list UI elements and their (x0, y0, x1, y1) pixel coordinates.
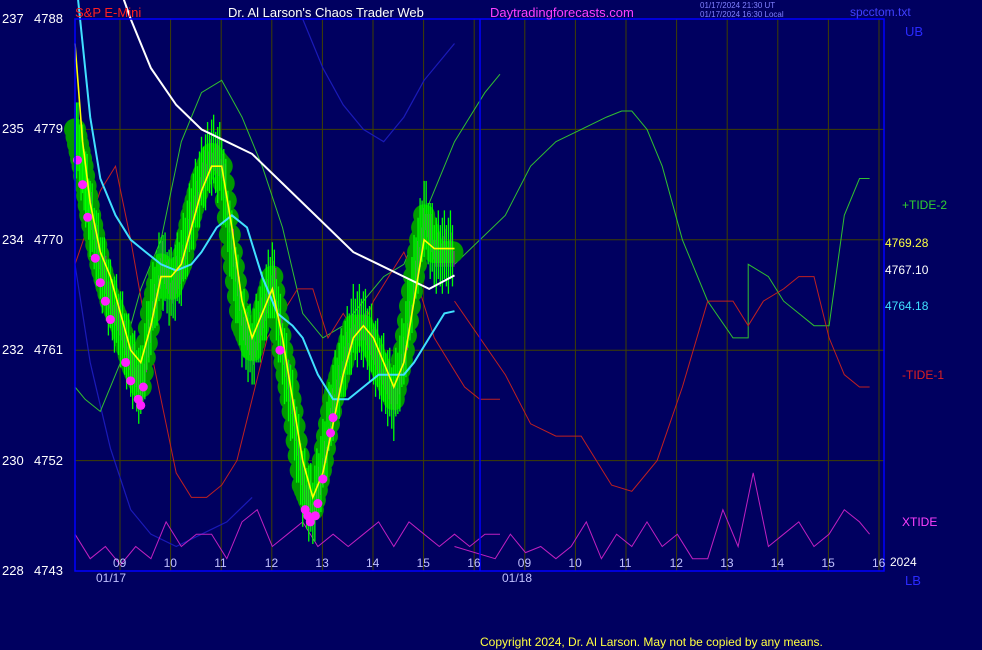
axis-left-label: 234 (2, 231, 24, 247)
filename-label: spcctom.txt (850, 5, 911, 19)
axis-left-label: 230 (2, 452, 24, 468)
site-link[interactable]: Daytradingforecasts.com (490, 5, 634, 20)
forecast-xtide (454, 472, 870, 560)
tide-plus-label: +TIDE-2 (902, 198, 948, 212)
x-tick-label: 12 (669, 556, 683, 570)
pivot-dot (105, 315, 115, 325)
axis-price-label: 4779 (34, 121, 63, 137)
pivot-dot (313, 499, 323, 509)
pivot-dot (318, 474, 328, 484)
pivot-dot (328, 413, 338, 423)
forecast-+tide-2 (454, 110, 870, 339)
x-tick-label: 15 (821, 556, 835, 570)
instrument-label: S&P E-Mini (75, 5, 142, 20)
x-tick-label: 09 (113, 556, 127, 570)
pivot-dot (138, 382, 148, 392)
axis-price-label: 4761 (34, 342, 63, 358)
pivot-dot (326, 428, 336, 438)
axis-price-label: 4752 (34, 452, 63, 468)
timestamp-local: 01/17/2024 16:30 Local (700, 10, 784, 19)
axis-left-label: 228 (2, 563, 24, 578)
pivot-dot (100, 296, 110, 306)
year-label: 2024 (890, 555, 917, 569)
x-tick-label: 10 (568, 556, 582, 570)
axis-price-label: 4743 (34, 563, 63, 578)
pivot-dot (121, 357, 131, 367)
pivot-dot (95, 278, 105, 288)
brand-title: Dr. Al Larson's Chaos Trader Web (228, 5, 424, 20)
x-tick-label: 14 (770, 556, 785, 570)
x-tick-label: 10 (163, 556, 177, 570)
pivot-dot (275, 345, 285, 355)
pivot-dot (126, 376, 136, 386)
price-cyan-label: 4764.18 (885, 299, 929, 313)
x-tick-label: 13 (315, 556, 329, 570)
x-tick-label: 13 (720, 556, 734, 570)
axis-price-label: 4788 (34, 11, 63, 26)
axis-left-label: 232 (2, 342, 24, 358)
pivot-dot (83, 212, 93, 222)
x-tick-label: 14 (366, 556, 380, 570)
forecast--tide-1 (454, 276, 870, 492)
axis-left-label: 235 (2, 121, 24, 137)
pivot-dot (136, 400, 146, 410)
x-tick-label: 12 (264, 556, 279, 570)
pivot-dot (90, 253, 100, 263)
pivot-dot (310, 511, 320, 521)
xtide-label: XTIDE (902, 515, 938, 529)
x-tick-label: 11 (619, 556, 632, 570)
chaos-chart (64, 0, 885, 572)
date-label-0117: 01/17 (96, 571, 127, 585)
price-white-label: 4767.10 (885, 263, 929, 277)
pivot-dot (78, 180, 88, 190)
x-tick-label: 16 (467, 556, 481, 570)
lb-label: LB (905, 573, 921, 588)
price-yellow-label: 4769.28 (885, 236, 929, 250)
tide-minus-label: -TIDE-1 (902, 368, 944, 382)
x-tick-label: 15 (416, 556, 430, 570)
band-ub (302, 18, 455, 143)
x-tick-label: 11 (214, 556, 227, 570)
series-xtide (74, 508, 500, 566)
x-tick-label: 09 (517, 556, 532, 570)
timestamp-ut: 01/17/2024 21:30 UT (700, 1, 776, 10)
tide-lines (74, 73, 870, 566)
ub-label: UB (905, 24, 924, 39)
x-tick-label: 16 (872, 556, 886, 570)
axis-price-label: 4770 (34, 231, 63, 247)
axis-left-label: 237 (2, 11, 24, 26)
copyright-footer: Copyright 2024, Dr. Al Larson. May not b… (480, 635, 823, 649)
date-label-0118: 01/18 (502, 571, 533, 585)
